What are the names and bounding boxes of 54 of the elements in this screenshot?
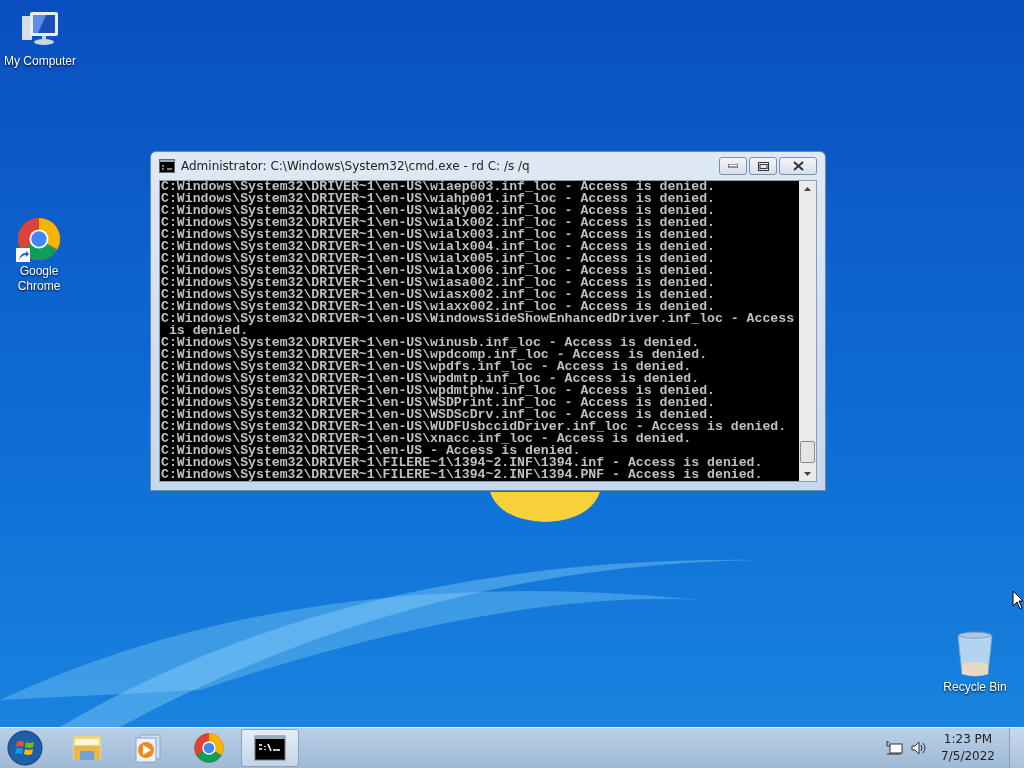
scroll-down-icon bbox=[804, 471, 811, 476]
console-line: C:Windows\System32\DRIVER~1\en-US\wpdcomp.inf_loc - Access is denied. bbox=[161, 349, 709, 361]
folder-icon bbox=[71, 733, 103, 763]
desktop-icon-label[interactable]: Recycle Bin bbox=[943, 680, 1007, 695]
console-line: C:Windows\System32\DRIVER~1\en-US\wialx006.inf_loc - Access is denied. bbox=[161, 265, 716, 277]
console-line: C:Windows\System32\DRIVER~1\en-US\wialx002.inf_loc - Access is denied. bbox=[161, 217, 716, 229]
clock-date: 7/5/2022 bbox=[941, 748, 995, 765]
console-line: C:Windows\System32\DRIVER~1\FILERE~1\1394~2.INF\1394.PNF - Access is denied. bbox=[161, 469, 764, 481]
desktop-icon-label[interactable]: My Computer bbox=[4, 54, 76, 69]
window-title: Administrator: C:\Windows\System32\cmd.exe - rd C: /s /q bbox=[181, 159, 531, 173]
maximize-button[interactable] bbox=[749, 157, 777, 175]
chrome-icon bbox=[193, 732, 225, 764]
console-line: C:Windows\System32\DRIVER~1\en-US\wpdmtp.inf_loc - Access is denied. bbox=[161, 373, 700, 385]
scrollbar-thumb[interactable] bbox=[800, 441, 815, 463]
clock-time: 1:23 PM bbox=[943, 731, 993, 748]
console-line: C:Windows\System32\DRIVER~1\en-US\wiasa002.inf_loc - Access is denied. bbox=[161, 277, 716, 289]
maximize-icon bbox=[757, 161, 769, 171]
console-line: C:Windows\System32\DRIVER~1\en-US\wialx004.inf_loc - Access is denied. bbox=[161, 241, 716, 253]
console-line: C:Windows\System32\DRIVER~1\en-US - Access is denied. bbox=[161, 445, 581, 457]
console-line: is denied. bbox=[168, 325, 249, 337]
console-line: C:Windows\System32\DRIVER~1\en-US\WSDPrint.inf_loc - Access is denied. bbox=[161, 397, 716, 409]
recycle-bin-icon bbox=[955, 630, 995, 678]
mouse-cursor-icon bbox=[1012, 590, 1024, 610]
taskbar-button[interactable] bbox=[241, 729, 299, 767]
show-desktop-button[interactable] bbox=[1009, 728, 1024, 768]
console-line: C:Windows\System32\DRIVER~1\en-US\xnacc.inf_loc - Access is denied. bbox=[161, 433, 693, 445]
command-prompt-icon bbox=[159, 159, 175, 173]
close-icon bbox=[792, 161, 804, 171]
clock[interactable]: 1:23 PM 7/5/2022 bbox=[941, 731, 995, 765]
console-line: C:Windows\System32\DRIVER~1\en-US\wiasx002.inf_loc - Access is denied. bbox=[161, 289, 716, 301]
console-line: C:Windows\System32\DRIVER~1\en-US\wialx005.inf_loc - Access is denied. bbox=[161, 253, 716, 265]
chrome-icon bbox=[16, 216, 62, 262]
command-prompt-icon bbox=[254, 735, 286, 761]
console-line: C:Windows\System32\DRIVER~1\en-US\wialx003.inf_loc - Access is denied. bbox=[161, 229, 716, 241]
console-line: C:Windows\System32\DRIVER~1\en-US\WSDScDrv.inf_loc - Access is denied. bbox=[161, 409, 715, 421]
desktop-icon-label[interactable]: Google Chrome bbox=[0, 264, 79, 294]
network-icon[interactable] bbox=[885, 740, 904, 756]
close-button[interactable] bbox=[779, 157, 817, 175]
console-line: C:Windows\System32\DRIVER~1\en-US\WindowsSideShowEnhancedDriver.inf_loc - Access bbox=[161, 313, 796, 325]
media-player-icon bbox=[134, 733, 162, 763]
console-line: C:Windows\System32\DRIVER~1\en-US\wpdfs.inf_loc - Access is denied. bbox=[161, 361, 692, 373]
scroll-up-icon bbox=[804, 186, 811, 191]
console-line: C:Windows\System32\DRIVER~1\en-US\wiahp001.inf_loc - Access is denied. bbox=[161, 193, 716, 205]
windows-orb-icon bbox=[7, 730, 43, 766]
console-line: C:Windows\System32\DRIVER~1\en-US\WUDFUsbccidDriver.inf_loc - Access is denied. bbox=[161, 421, 788, 433]
console-line: C:Windows\System32\DRIVER~1\en-US\wiaxx002.inf_loc - Access is denied. bbox=[161, 301, 715, 313]
console-line: C:Windows\System32\DRIVER~1\en-US\wiaky002.inf_loc - Access is denied. bbox=[161, 205, 716, 217]
console-line: C:Windows\System32\DRIVER~1\FILERE~1\1394~2.INF\1394.inf - Access is denied. bbox=[161, 457, 764, 469]
volume-icon[interactable] bbox=[911, 741, 928, 755]
console-line: C:Windows\System32\DRIVER~1\en-US\wiaep003.inf_loc - Access is denied. bbox=[161, 181, 716, 193]
minimize-icon bbox=[728, 164, 738, 168]
console-line: C:Windows\System32\DRIVER~1\en-US\winusb.inf_loc - Access is denied. bbox=[161, 337, 700, 349]
console-line: C:Windows\System32\DRIVER~1\en-US\wpdmtphw.inf_loc - Access is denied. bbox=[161, 385, 716, 397]
scrollbar[interactable] bbox=[799, 181, 816, 481]
